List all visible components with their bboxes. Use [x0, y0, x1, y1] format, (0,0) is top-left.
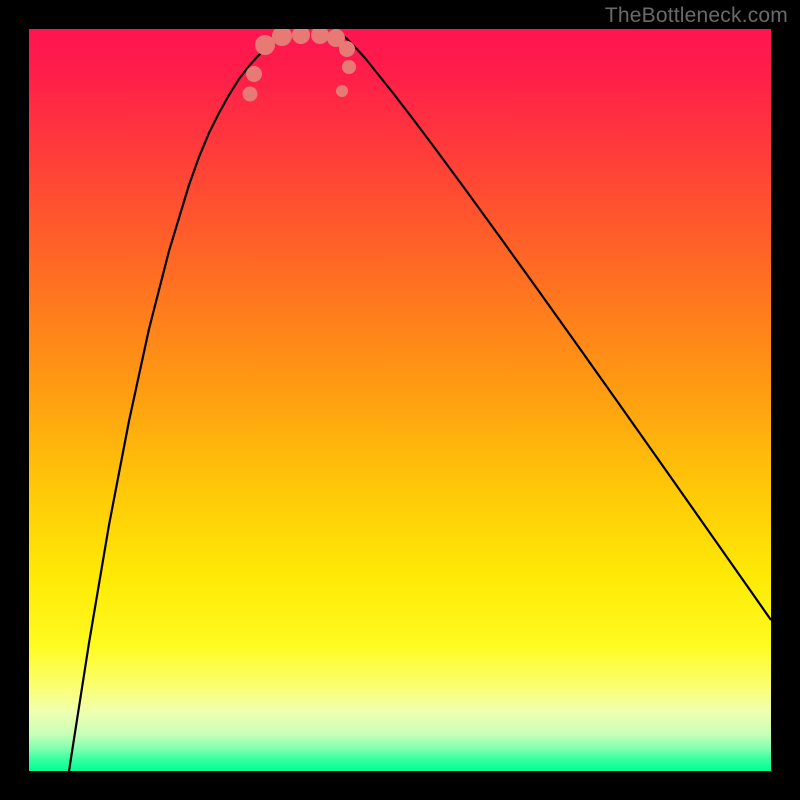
marker-dot: [311, 29, 329, 44]
left-curve: [69, 34, 287, 771]
chart-frame: TheBottleneck.com: [0, 0, 800, 800]
marker-dot: [292, 29, 310, 44]
marker-cluster: [243, 29, 357, 102]
right-curve: [341, 34, 771, 620]
marker-dot: [339, 41, 355, 57]
chart-svg: [29, 29, 771, 771]
marker-dot: [246, 66, 262, 82]
marker-dot: [255, 35, 275, 55]
marker-dot: [243, 87, 258, 102]
marker-dot: [342, 60, 356, 74]
marker-dot: [336, 85, 348, 97]
marker-dot: [272, 29, 292, 46]
plot-area: [29, 29, 771, 771]
watermark-text: TheBottleneck.com: [605, 4, 788, 28]
